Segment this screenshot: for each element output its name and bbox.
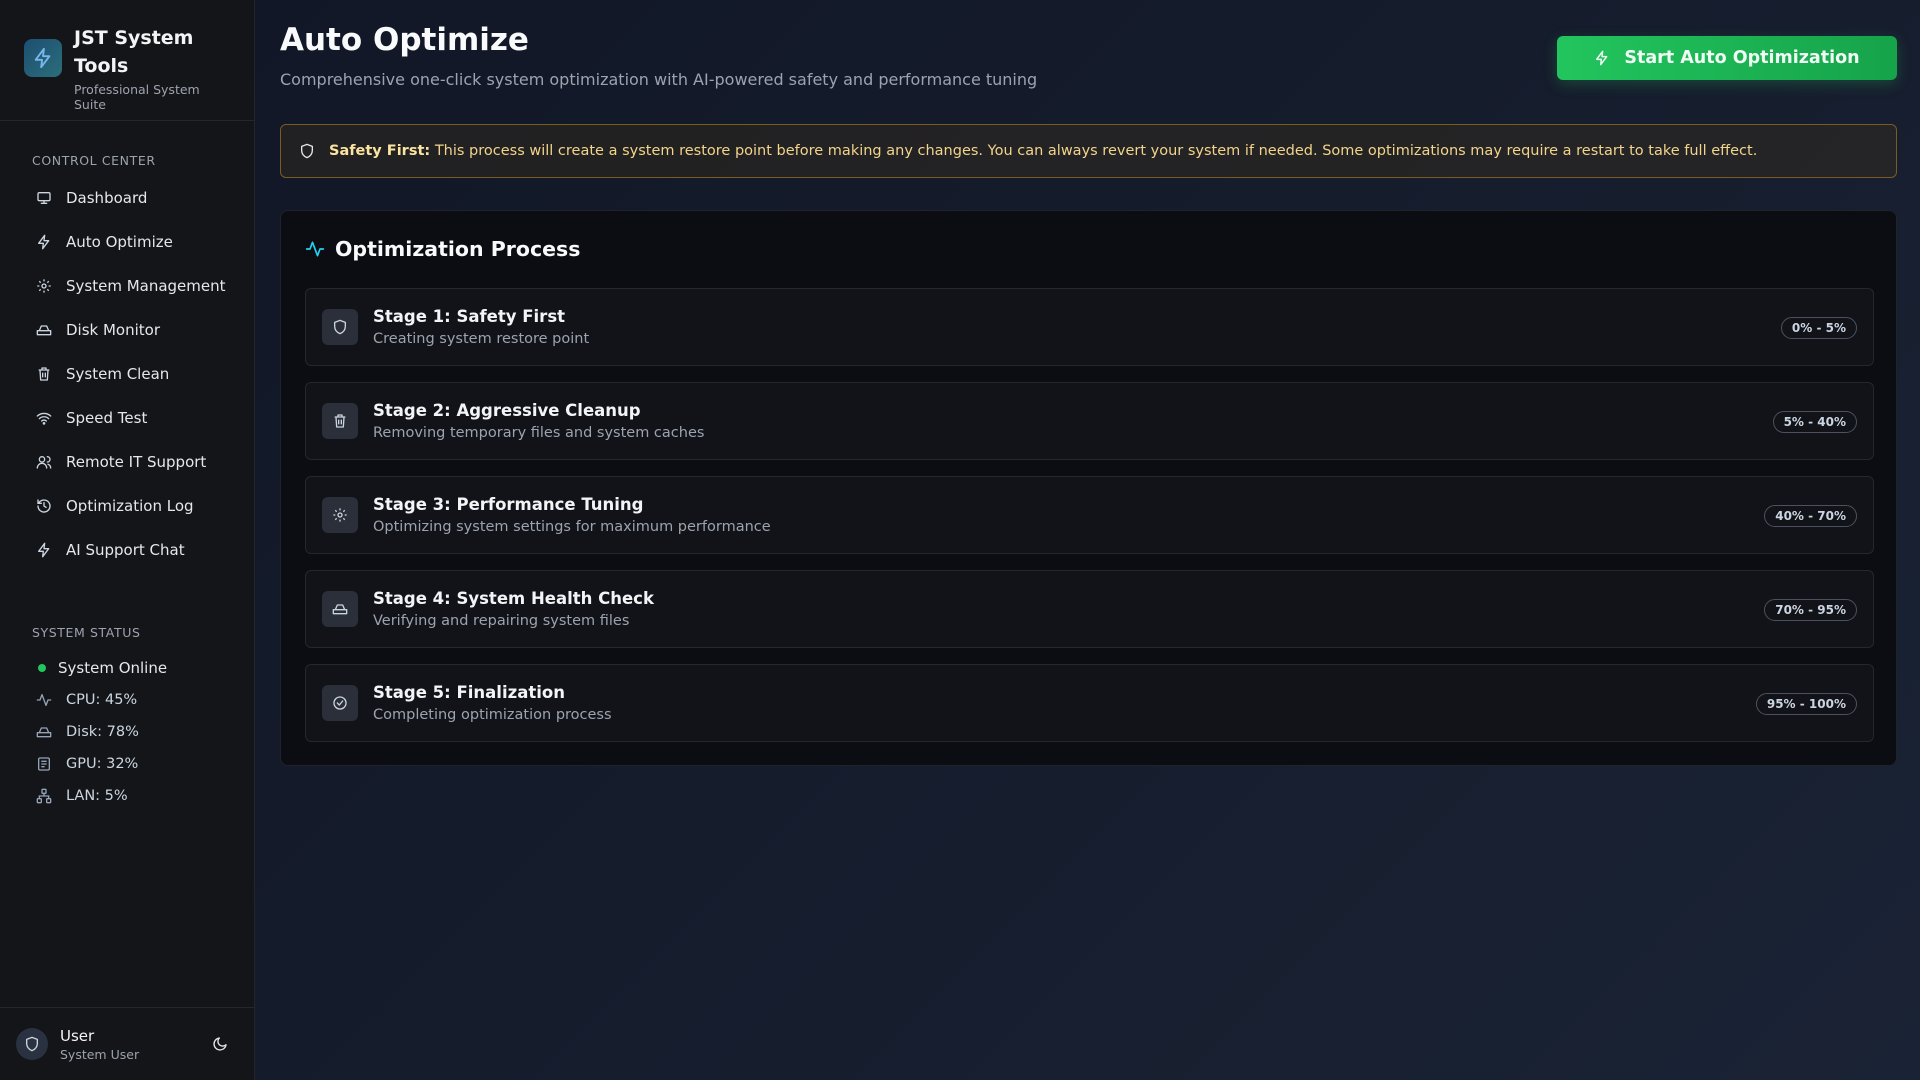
stage-title: Stage 2: Aggressive Cleanup: [373, 401, 641, 420]
moon-icon: [213, 1037, 227, 1051]
status-lan-label: LAN: 5%: [66, 788, 128, 804]
sidebar-item-ai-support-chat[interactable]: AI Support Chat: [24, 528, 234, 572]
stage-description: Completing optimization process: [373, 707, 612, 723]
hard-drive-icon: [36, 325, 52, 336]
sidebar-item-label: Dashboard: [66, 189, 148, 207]
history-icon: [37, 499, 51, 513]
stage-range-badge: 70% - 95%: [1764, 599, 1857, 621]
theme-toggle-button[interactable]: [212, 1036, 228, 1056]
stage-title: Stage 3: Performance Tuning: [373, 495, 644, 514]
sidebar-item-system-management[interactable]: System Management: [24, 264, 234, 308]
status-disk: Disk: 78%: [24, 716, 234, 748]
page-title: Auto Optimize: [280, 22, 529, 58]
trash-icon: [322, 403, 358, 439]
monitor-icon: [37, 192, 51, 204]
stage-description: Optimizing system settings for maximum p…: [373, 519, 771, 535]
sidebar-item-speed-test[interactable]: Speed Test: [24, 396, 234, 440]
sidebar-item-label: Auto Optimize: [66, 233, 173, 251]
stage-list: Stage 1: Safety First Creating system re…: [305, 288, 1874, 758]
gear-icon: [322, 497, 358, 533]
sidebar-item-label: Disk Monitor: [66, 321, 161, 339]
card-title: Optimization Process: [305, 237, 580, 261]
sidebar-item-label: Remote IT Support: [66, 453, 207, 471]
stage-range-badge: 95% - 100%: [1755, 693, 1857, 715]
activity-icon: [36, 694, 52, 706]
sidebar-item-label: Optimization Log: [66, 497, 194, 515]
stage-title: Stage 4: System Health Check: [373, 589, 654, 608]
gpu-icon: [38, 757, 50, 771]
stage-title: Stage 5: Finalization: [373, 683, 565, 702]
control-center-label: Control Center: [32, 153, 156, 168]
stage-description: Removing temporary files and system cach…: [373, 425, 705, 441]
users-icon: [36, 456, 52, 469]
gear-icon: [37, 279, 51, 293]
status-online: System Online: [24, 652, 234, 684]
stage-item: Stage 2: Aggressive Cleanup Removing tem…: [305, 382, 1874, 460]
status-online-label: System Online: [58, 659, 168, 677]
status-lan: LAN: 5%: [24, 780, 234, 812]
app-title: JST System Tools: [74, 27, 194, 77]
stage-item: Stage 5: Finalization Completing optimiz…: [305, 664, 1874, 742]
sidebar-item-dashboard[interactable]: Dashboard: [24, 176, 234, 220]
stage-description: Verifying and repairing system files: [373, 613, 630, 629]
lightning-icon: [38, 234, 50, 250]
stage-title: Stage 1: Safety First: [373, 307, 566, 326]
system-status: System Online CPU: 45% Disk: 78% GPU: 32…: [24, 652, 234, 812]
page-subtitle: Comprehensive one-click system optimizat…: [280, 70, 1038, 89]
card-title-label: Optimization Process: [335, 237, 581, 261]
status-cpu: CPU: 45%: [24, 684, 234, 716]
alert-text: Safety First: This process will create a…: [329, 143, 1757, 159]
stage-item: Stage 4: System Health Check Verifying a…: [305, 570, 1874, 648]
sidebar: JST System Tools Professional System Sui…: [0, 0, 255, 1080]
system-status-label: System Status: [32, 625, 141, 640]
sidebar-item-optimization-log[interactable]: Optimization Log: [24, 484, 234, 528]
user-name: User: [60, 1026, 95, 1045]
optimization-process-card: Optimization Process Stage 1: Safety Fir…: [280, 210, 1897, 766]
hard-drive-icon: [36, 727, 52, 738]
online-dot-icon: [38, 664, 46, 672]
lightning-icon: [24, 39, 62, 77]
status-gpu-label: GPU: 32%: [66, 756, 139, 772]
shield-icon: [26, 1036, 38, 1052]
status-gpu: GPU: 32%: [24, 748, 234, 780]
start-auto-optimization-button[interactable]: Start Auto Optimization: [1557, 36, 1897, 80]
sidebar-item-system-clean[interactable]: System Clean: [24, 352, 234, 396]
user-role: System User: [60, 1046, 140, 1062]
alert-strong: Safety First:: [329, 143, 431, 159]
stage-range-badge: 0% - 5%: [1780, 317, 1857, 339]
alert-body: This process will create a system restor…: [434, 143, 1758, 159]
status-disk-label: Disk: 78%: [66, 724, 139, 740]
avatar[interactable]: [16, 1028, 48, 1060]
safety-alert: Safety First: This process will create a…: [280, 124, 1897, 178]
sidebar-item-remote-it-support[interactable]: Remote IT Support: [24, 440, 234, 484]
stage-item: Stage 1: Safety First Creating system re…: [305, 288, 1874, 366]
shield-icon: [301, 143, 313, 159]
stage-item: Stage 3: Performance Tuning Optimizing s…: [305, 476, 1874, 554]
start-button-label: Start Auto Optimization: [1624, 48, 1860, 68]
sidebar-item-label: AI Support Chat: [66, 541, 185, 559]
sidebar-item-auto-optimize[interactable]: Auto Optimize: [24, 220, 234, 264]
stage-range-badge: 40% - 70%: [1764, 505, 1857, 527]
hard-drive-icon: [322, 591, 358, 627]
sidebar-item-disk-monitor[interactable]: Disk Monitor: [24, 308, 234, 352]
check-circle-icon: [322, 685, 358, 721]
wifi-icon: [36, 412, 52, 425]
stage-range-badge: 5% - 40%: [1772, 411, 1857, 433]
lightning-icon: [38, 542, 50, 558]
shield-icon: [322, 309, 358, 345]
app-subtitle: Professional System Suite: [74, 82, 200, 112]
brand: JST System Tools Professional System Sui…: [0, 0, 254, 121]
sidebar-item-label: System Management: [66, 277, 226, 295]
network-icon: [36, 788, 52, 804]
activity-icon: [305, 241, 325, 257]
stage-description: Creating system restore point: [373, 331, 590, 347]
trash-icon: [38, 367, 50, 381]
lightning-icon: [1596, 50, 1608, 66]
sidebar-item-label: System Clean: [66, 365, 170, 383]
sidebar-nav: Dashboard Auto Optimize System Managemen…: [24, 176, 234, 572]
sidebar-item-label: Speed Test: [66, 409, 148, 427]
status-cpu-label: CPU: 45%: [66, 692, 138, 708]
user-panel: User System User: [0, 1007, 254, 1080]
main-content: Auto Optimize Comprehensive one-click sy…: [255, 0, 1920, 1080]
